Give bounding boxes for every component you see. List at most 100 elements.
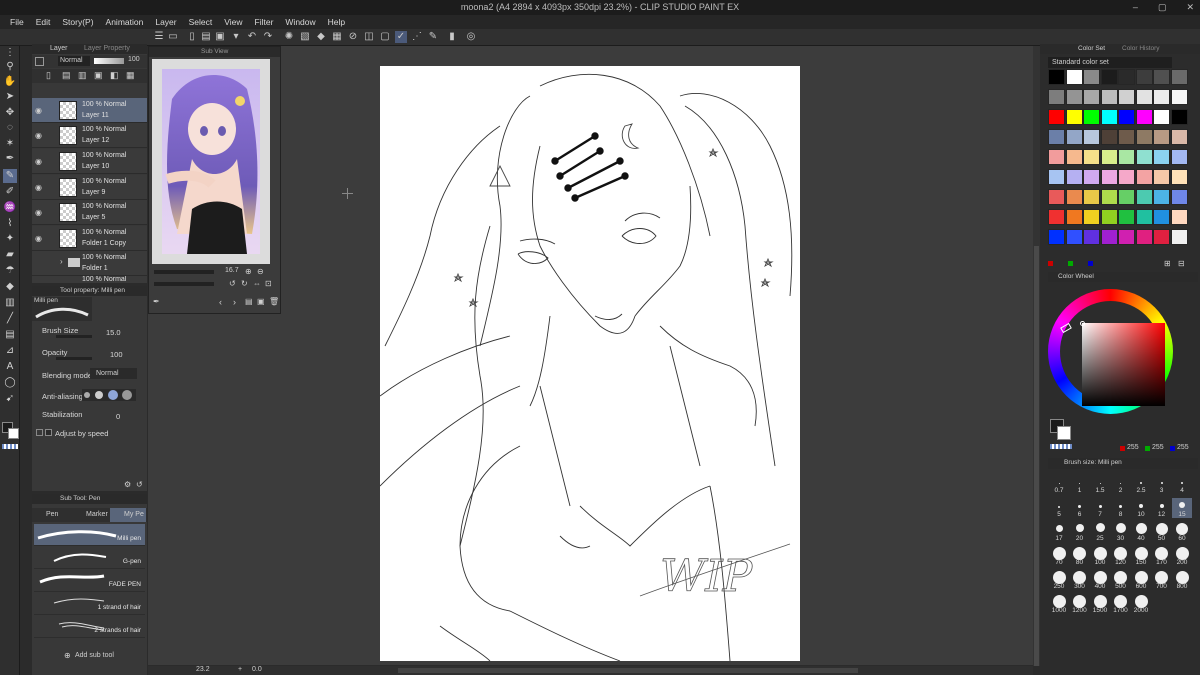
snap-ruler-icon[interactable]: ✓ bbox=[395, 31, 407, 43]
color-swatch[interactable] bbox=[1153, 209, 1170, 225]
aa-weak-icon[interactable] bbox=[95, 391, 103, 399]
blend-tool-icon[interactable]: ☂ bbox=[3, 264, 17, 278]
eye-icon[interactable]: ◉ bbox=[35, 157, 42, 166]
folder-expand-icon[interactable]: › bbox=[60, 257, 63, 266]
brush-size-value[interactable]: 15.0 bbox=[106, 328, 121, 337]
brush-size-option[interactable]: 80 bbox=[1070, 546, 1090, 566]
brush-size-option[interactable]: 2.5 bbox=[1131, 474, 1151, 494]
object-tool-icon[interactable]: ➤ bbox=[3, 90, 17, 104]
brush-size-option[interactable]: 1000 bbox=[1049, 594, 1069, 614]
airbrush-tool-icon[interactable]: ⌇ bbox=[3, 217, 17, 231]
device-icon[interactable]: ▮ bbox=[446, 31, 458, 43]
menu-view[interactable]: View bbox=[218, 15, 248, 29]
brush-size-option[interactable]: 700 bbox=[1152, 570, 1172, 590]
tab-color-set[interactable]: Color Set bbox=[1078, 45, 1105, 52]
figure-tool-icon[interactable]: ╱ bbox=[3, 312, 17, 326]
blend-mode-select[interactable]: Normal bbox=[58, 56, 90, 66]
color-swatch[interactable] bbox=[1065, 109, 1083, 125]
new-file-icon[interactable]: ▭ bbox=[167, 31, 179, 43]
color-swatch[interactable] bbox=[1065, 89, 1083, 105]
color-swatch[interactable] bbox=[1048, 89, 1065, 105]
color-swatch[interactable] bbox=[1083, 229, 1100, 245]
sub-view-rotate-slider[interactable] bbox=[154, 282, 214, 286]
color-swatch[interactable] bbox=[1118, 149, 1135, 165]
canvas-vertical-scrollbar[interactable] bbox=[1033, 46, 1040, 666]
color-swatch[interactable] bbox=[1153, 149, 1170, 165]
brush-size-option[interactable]: 200 bbox=[1172, 546, 1192, 566]
adjust-by-speed-checkbox[interactable] bbox=[45, 429, 52, 436]
color-swatch[interactable] bbox=[1135, 69, 1153, 85]
prev-image-icon[interactable]: ‹ bbox=[219, 297, 222, 307]
brush-size-option[interactable]: 25 bbox=[1090, 522, 1110, 542]
color-swatch[interactable] bbox=[1153, 169, 1170, 185]
eraser-tool-icon[interactable]: ▰ bbox=[3, 248, 17, 262]
brush-size-option[interactable]: 7 bbox=[1090, 498, 1110, 518]
brush-size-option[interactable]: 2000 bbox=[1131, 594, 1151, 614]
brush-size-option[interactable]: 12 bbox=[1152, 498, 1172, 518]
tab-my-pen[interactable]: My Pe bbox=[110, 508, 146, 522]
layer-row-layer-11[interactable]: ◉ 100 % Normal Layer 11 bbox=[32, 98, 147, 123]
text-tool-icon[interactable]: A bbox=[3, 360, 17, 374]
opacity-slider[interactable] bbox=[56, 357, 92, 360]
color-swatch[interactable] bbox=[1118, 69, 1135, 85]
horizontal-scroll-thumb[interactable] bbox=[398, 668, 858, 673]
brush-size-option[interactable]: 2 bbox=[1111, 474, 1131, 494]
eye-icon[interactable]: ◉ bbox=[35, 234, 42, 243]
color-swatch[interactable] bbox=[1153, 189, 1170, 205]
brush-size-option[interactable]: 0.7 bbox=[1049, 474, 1069, 494]
color-set-select[interactable]: Standard color set bbox=[1048, 57, 1172, 68]
menu-select[interactable]: Select bbox=[183, 15, 219, 29]
color-swatch[interactable] bbox=[1118, 189, 1135, 205]
saturation-value-square[interactable] bbox=[1082, 323, 1165, 406]
color-swatch[interactable] bbox=[1118, 129, 1135, 145]
redo-icon[interactable]: ↷ bbox=[262, 31, 274, 43]
brush-size-option[interactable]: 3 bbox=[1152, 474, 1172, 494]
color-swatch[interactable] bbox=[1170, 129, 1188, 145]
zoom-out-icon[interactable]: ⊖ bbox=[257, 267, 264, 276]
blending-mode-select[interactable]: Normal bbox=[90, 368, 137, 379]
brush-size-option[interactable]: 40 bbox=[1131, 522, 1151, 542]
color-swatch[interactable] bbox=[1135, 109, 1153, 125]
sv-handle[interactable] bbox=[1080, 321, 1085, 326]
brush-size-option[interactable]: 1 bbox=[1070, 474, 1090, 494]
aa-medium-icon[interactable] bbox=[108, 390, 118, 400]
move-tool-icon[interactable]: ✥ bbox=[3, 106, 17, 120]
decoration-tool-icon[interactable]: ✦ bbox=[3, 232, 17, 246]
tab-color-wheel[interactable]: Color Wheel bbox=[1058, 273, 1094, 280]
color-swatch[interactable] bbox=[1048, 169, 1065, 185]
color-swatch[interactable] bbox=[1118, 169, 1135, 185]
delete-image-icon[interactable]: 🗑 bbox=[269, 297, 279, 306]
layer-row-layer-12[interactable]: ◉ 100 % Normal Layer 12 bbox=[32, 123, 147, 148]
brush-size-option[interactable]: 4 bbox=[1172, 474, 1192, 494]
color-swatch[interactable] bbox=[1048, 189, 1065, 205]
brush-2-strands-of-hair[interactable]: 2 strands of hair bbox=[34, 616, 145, 638]
brush-size-option[interactable]: 50 bbox=[1152, 522, 1172, 542]
sub-color-swatch[interactable] bbox=[8, 428, 19, 439]
fill-tool-icon[interactable]: ◆ bbox=[3, 280, 17, 294]
menu-animation[interactable]: Animation bbox=[100, 15, 150, 29]
menu-file[interactable]: File bbox=[4, 15, 30, 29]
tab-layer-property[interactable]: Layer Property bbox=[84, 45, 130, 52]
layer-color-icon[interactable] bbox=[35, 57, 44, 66]
color-swatch[interactable] bbox=[1065, 229, 1083, 245]
clip-icon[interactable]: ▤ bbox=[62, 70, 71, 81]
brush-size-option[interactable]: 5 bbox=[1049, 498, 1069, 518]
color-swatch[interactable] bbox=[1170, 89, 1188, 105]
color-swatch[interactable] bbox=[1170, 109, 1188, 125]
mask-icon[interactable]: ◧ bbox=[110, 70, 119, 81]
menu-icon[interactable]: ☰ bbox=[153, 31, 165, 43]
pencil-tool-icon[interactable]: ✐ bbox=[3, 185, 17, 199]
ruler-link-icon[interactable]: ▦ bbox=[126, 70, 135, 81]
opacity-slider[interactable] bbox=[94, 58, 124, 64]
tool-reset-icon[interactable]: ↺ bbox=[136, 480, 143, 489]
color-swatch[interactable] bbox=[1153, 89, 1170, 105]
color-swatch[interactable] bbox=[1170, 69, 1188, 85]
frame-tool-icon[interactable]: ▤ bbox=[3, 328, 17, 342]
color-swatch[interactable] bbox=[1100, 229, 1118, 245]
color-swatch[interactable] bbox=[1083, 189, 1100, 205]
zoom-in-icon[interactable]: ⊕ bbox=[245, 267, 252, 276]
color-swatch[interactable] bbox=[1153, 129, 1170, 145]
undo-icon[interactable]: ↶ bbox=[246, 31, 258, 43]
color-swatch[interactable] bbox=[1083, 149, 1100, 165]
correct-line-tool-icon[interactable]: ➹ bbox=[3, 392, 17, 406]
